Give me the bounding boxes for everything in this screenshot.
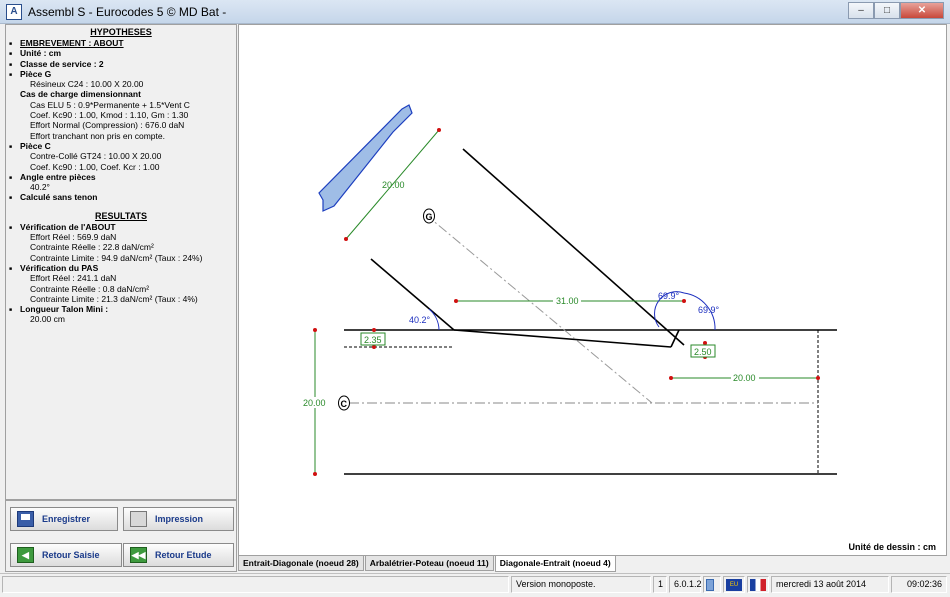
result-line: Contrainte Limite : 94.9 daN/cm² (Taux :… xyxy=(30,252,203,263)
depth-right-label: 2.50 xyxy=(694,347,712,357)
back-input-button[interactable]: ◀ Retour Saisie xyxy=(10,543,122,567)
back-arrow-icon: ◀ xyxy=(17,547,34,563)
hypothesis-line: Effort Normal (Compression) : 676.0 daN xyxy=(30,120,185,131)
eu-flag-icon: EU xyxy=(726,579,742,591)
save-button[interactable]: Enregistrer xyxy=(10,507,118,531)
results-list: Vérification de l'ABOUTEffort Réel : 569… xyxy=(6,222,236,325)
status-mode: Version monoposte. xyxy=(511,576,651,593)
back-study-button[interactable]: ◀◀ Retour Etude xyxy=(123,543,234,567)
status-version: 6.0.1.2 xyxy=(669,576,702,593)
hypothesis-line: Classe de service : 2 xyxy=(6,59,236,71)
print-button-label: Impression xyxy=(155,514,204,524)
result-line: Effort Réel : 241.1 daN xyxy=(30,273,117,284)
angle-pieces-label: 40.2° xyxy=(409,315,431,325)
hypothesis-line: Cas ELU 5 : 0.9*Permanente + 1.5*Vent C xyxy=(30,99,190,110)
result-line: Vérification de l'ABOUT xyxy=(6,222,236,234)
unit-label: Unité de dessin : cm xyxy=(848,542,936,552)
force-arrow-icon xyxy=(318,104,413,212)
joint-drawing: 20.00 31.00 20.00 20.00 2.35 2.50 40.2° … xyxy=(302,104,837,476)
dim-g-width-label: 20.00 xyxy=(382,180,405,190)
result-line: Contrainte Réelle : 22.8 daN/cm² xyxy=(30,242,154,253)
app-icon: A xyxy=(6,4,22,20)
hypothesis-line: Pièce C xyxy=(6,141,236,153)
result-line: Effort Réel : 569.9 daN xyxy=(30,232,117,243)
results-title: RESULTATS xyxy=(95,210,147,221)
status-network xyxy=(703,576,721,593)
window-controls: – □ ✕ xyxy=(848,2,944,19)
status-bar: Version monoposte. 1 6.0.1.2 EU mercredi… xyxy=(0,573,950,595)
title-bar: A Assembl S - Eurocodes 5 © MD Bat - – □… xyxy=(0,0,950,24)
hypothesis-line: Calculé sans tenon xyxy=(6,192,236,204)
results-panel: HYPOTHESES EMBREVEMENT : ABOUTUnité : cm… xyxy=(5,24,237,500)
hypothesis-line: Contre-Collé GT24 : 10.00 X 20.00 xyxy=(30,151,162,162)
back-input-label: Retour Saisie xyxy=(42,550,100,560)
tab-entrait-diagonale[interactable]: Entrait-Diagonale (noeud 28) xyxy=(238,556,364,571)
diagonal-upper-edge xyxy=(462,148,685,346)
language-eu[interactable]: EU xyxy=(723,576,745,593)
result-line: Contrainte Réelle : 0.8 daN/cm² xyxy=(30,283,150,294)
hypothesis-line: Effort tranchant non pris en compte. xyxy=(30,130,165,141)
result-line: 20.00 cm xyxy=(30,314,65,325)
piece-g-label: G xyxy=(426,212,433,222)
hypotheses-list: EMBREVEMENT : ABOUTUnité : cmClasse de s… xyxy=(6,38,236,204)
piece-c-label: C xyxy=(341,399,348,409)
hypothesis-line: Coef. Kc90 : 1.00, Kmod : 1.10, Gm : 1.3… xyxy=(30,110,189,121)
status-count: 1 xyxy=(653,576,667,593)
floppy-disk-icon xyxy=(17,511,34,527)
tab-diagonale-entrait[interactable]: Diagonale-Entrait (noeud 4) xyxy=(494,556,616,572)
status-empty xyxy=(2,576,509,593)
hypothesis-line: Angle entre pièces xyxy=(6,172,236,184)
hypothesis-line: Cas de charge dimensionnant xyxy=(20,89,141,100)
result-line: Vérification du PAS xyxy=(6,263,236,275)
angle-a-label: 69.9° xyxy=(658,291,680,301)
rewind-icon: ◀◀ xyxy=(130,547,147,563)
diagonal-axis xyxy=(424,213,653,404)
seat-cut-line xyxy=(453,329,672,348)
print-button[interactable]: Impression xyxy=(123,507,234,531)
close-button[interactable]: ✕ xyxy=(900,2,944,19)
hypothesis-line: Résineux C24 : 10.00 X 20.00 xyxy=(30,79,144,90)
dim-c-height-label: 20.00 xyxy=(303,398,326,408)
result-line: Contrainte Limite : 21.3 daN/cm² (Taux :… xyxy=(30,293,198,304)
hypothesis-line: 40.2° xyxy=(30,182,50,193)
printer-icon xyxy=(130,511,147,527)
maximize-button[interactable]: □ xyxy=(874,2,900,19)
hypotheses-title: HYPOTHESES xyxy=(90,27,152,37)
depth-left-label: 2.35 xyxy=(364,335,382,345)
dim-horizontal-label: 31.00 xyxy=(556,296,579,306)
hypothesis-line: EMBREVEMENT : ABOUT xyxy=(6,38,236,50)
action-buttons: Enregistrer Impression ◀ Retour Saisie ◀… xyxy=(5,500,237,572)
status-time: 09:02:36 xyxy=(891,576,947,593)
language-fr[interactable] xyxy=(747,576,769,593)
angle-b-label: 69.9° xyxy=(698,305,720,315)
node-tabs: Entrait-Diagonale (noeud 28) Arbalétrier… xyxy=(238,556,617,572)
save-button-label: Enregistrer xyxy=(42,514,91,524)
network-icon xyxy=(706,579,714,591)
status-date: mercredi 13 août 2014 xyxy=(771,576,889,593)
fr-flag-icon xyxy=(750,579,766,591)
window-title: Assembl S - Eurocodes 5 © MD Bat - xyxy=(28,5,227,19)
minimize-button[interactable]: – xyxy=(848,2,874,19)
hypothesis-line: Coef. Kc90 : 1.00, Coef. Kcr : 1.00 xyxy=(30,161,160,172)
back-study-label: Retour Etude xyxy=(155,550,212,560)
tab-arbaletrier-poteau[interactable]: Arbalétrier-Poteau (noeud 11) xyxy=(364,556,494,571)
drawing-canvas[interactable]: 20.00 31.00 20.00 20.00 2.35 2.50 40.2° … xyxy=(238,24,947,556)
result-line: Longueur Talon Mini : xyxy=(6,304,236,316)
hypothesis-line: Pièce G xyxy=(6,69,236,81)
hypothesis-line: Unité : cm xyxy=(6,48,236,60)
dim-heel-label: 20.00 xyxy=(733,373,756,383)
